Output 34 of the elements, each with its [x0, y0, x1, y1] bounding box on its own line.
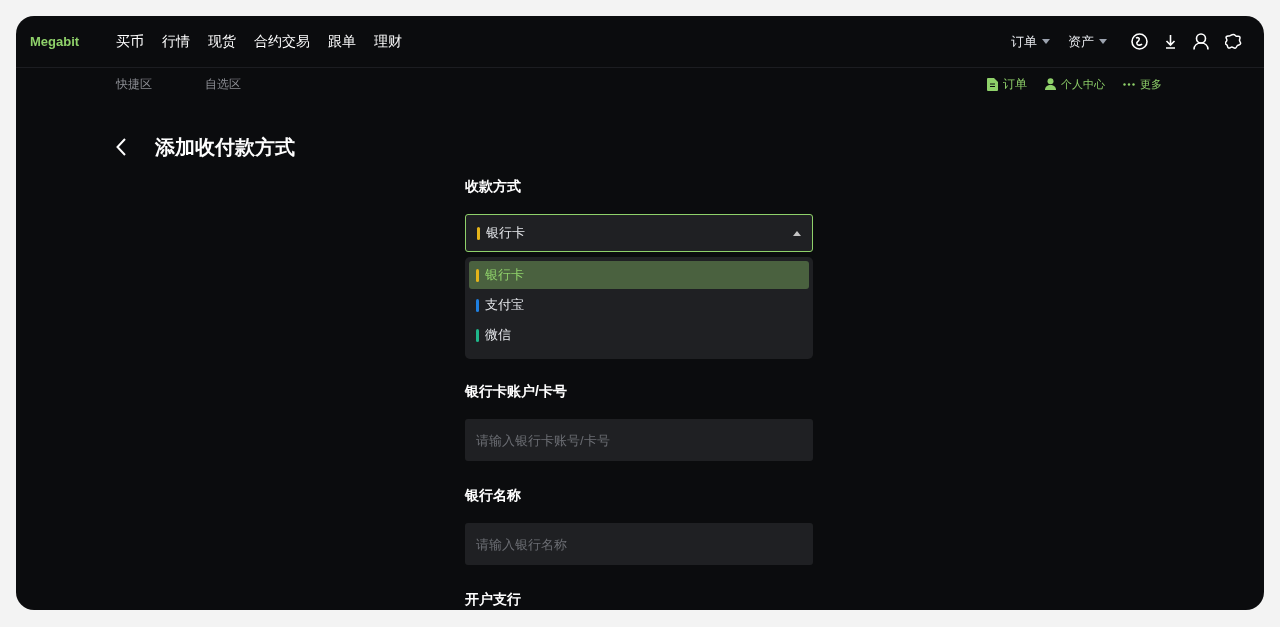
more-icon: [1123, 82, 1135, 86]
input-field[interactable]: 请输入银行名称: [465, 523, 813, 565]
nav-menu[interactable]: 订单: [1011, 31, 1050, 52]
nav-link[interactable]: 合约交易: [254, 30, 310, 52]
select-field[interactable]: 银行卡: [465, 214, 813, 252]
subnav-tab[interactable]: 自选区: [205, 75, 241, 94]
logo[interactable]: Megabit: [30, 31, 116, 52]
subnav-tab[interactable]: 快捷区: [116, 75, 152, 94]
nav-link[interactable]: 买币: [116, 30, 144, 52]
field-label: 开户支行: [465, 590, 522, 609]
field-label: 银行卡账户/卡号: [465, 382, 568, 401]
caret-icon: [1099, 38, 1107, 44]
subnav-link[interactable]: 个人中心: [1045, 76, 1105, 93]
field-label: 收款方式: [465, 177, 522, 196]
nav-link[interactable]: 理财: [374, 30, 402, 52]
download-icon[interactable]: [1164, 33, 1177, 49]
document-icon: [987, 77, 998, 91]
nav-link[interactable]: 现货: [208, 30, 236, 52]
user-icon: [1045, 78, 1056, 91]
page-title: 添加收付款方式: [155, 135, 295, 160]
caret-icon: [1042, 38, 1050, 44]
dropdown-option[interactable]: 微信: [469, 321, 809, 349]
subnav-link[interactable]: 订单: [987, 75, 1027, 94]
subnav-link[interactable]: 更多: [1123, 76, 1162, 93]
dropdown-option[interactable]: 支付宝: [469, 291, 809, 319]
dropdown-option[interactable]: 银行卡: [469, 261, 809, 289]
caret-icon: [793, 230, 801, 236]
field-label: 银行名称: [465, 486, 522, 505]
nav-link[interactable]: 跟单: [328, 30, 356, 52]
input-field[interactable]: 请输入银行卡账号/卡号: [465, 419, 813, 461]
nav-menu[interactable]: 资产: [1068, 31, 1107, 52]
user-icon[interactable]: [1193, 32, 1209, 50]
back-icon[interactable]: [116, 138, 126, 156]
nav-link[interactable]: 行情: [162, 30, 190, 52]
